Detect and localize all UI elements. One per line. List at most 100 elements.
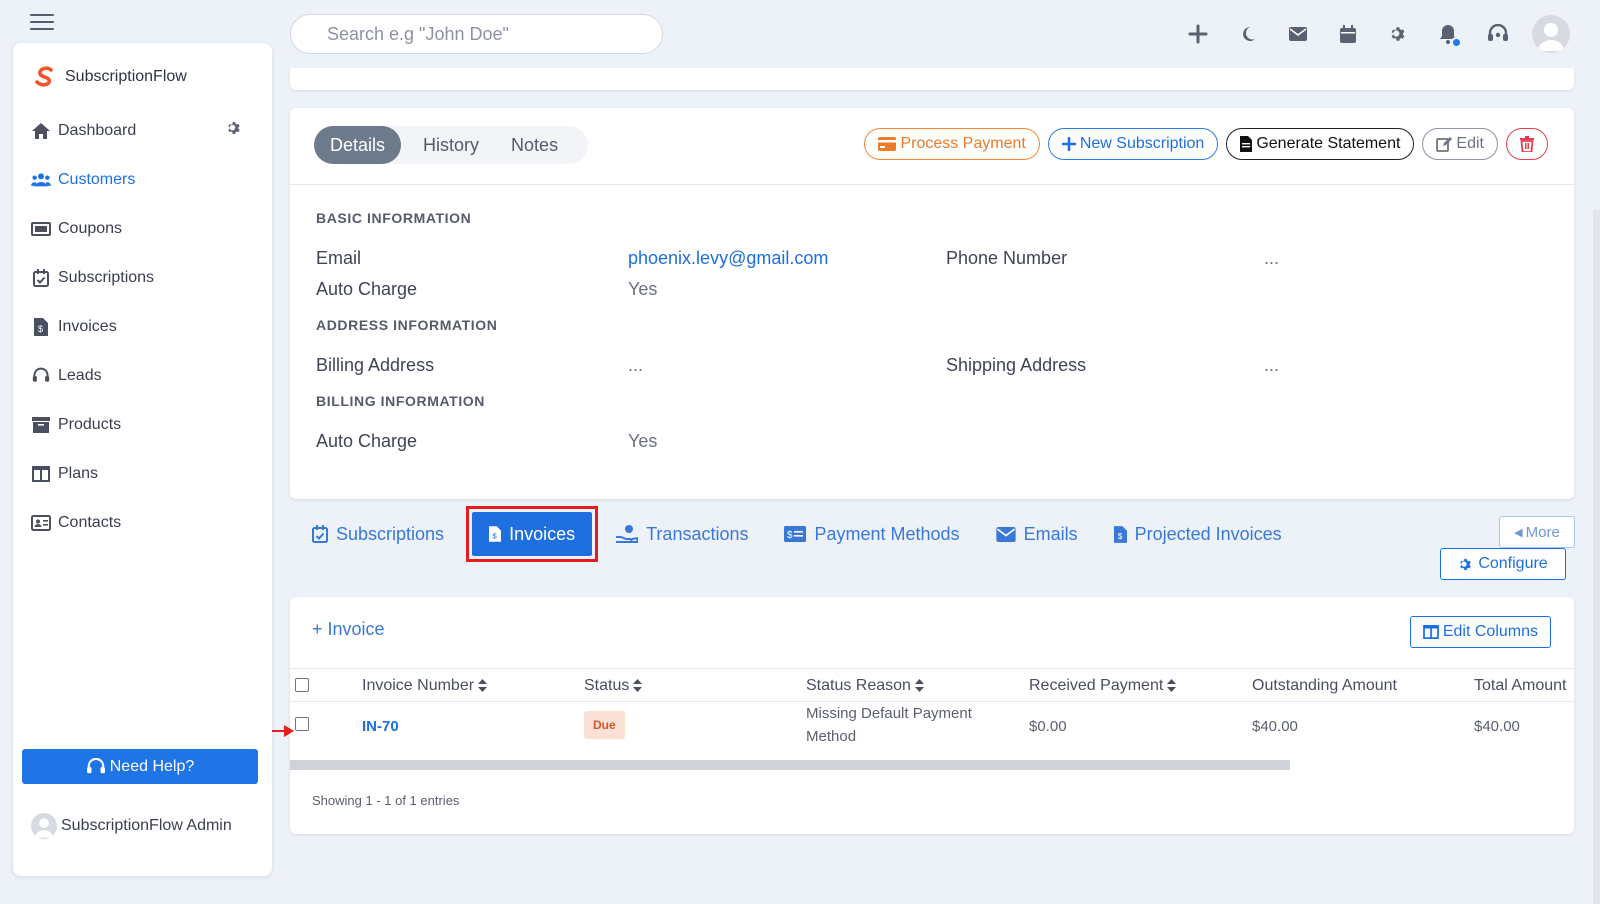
sort-icon [1167,679,1177,693]
shipping-address-value: ... [1264,355,1280,375]
column-label: Status Reason [806,677,911,694]
sidebar-item-label: Plans [58,464,99,482]
chevron-left-icon: ◀ [1514,526,1523,539]
trash-icon [1520,136,1534,152]
gear-icon [1458,557,1473,572]
brand[interactable]: SubscriptionFlow [33,65,187,89]
moon-icon[interactable] [1236,22,1260,46]
tab-invoices[interactable]: $ Invoices [466,506,599,562]
tab-label: Payment Methods [814,523,960,544]
invoice-number-link[interactable]: IN-70 [362,718,399,735]
invoices-card: + Invoice Edit Columns Invoice Number St… [290,597,1574,834]
column-label: Received Payment [1029,677,1164,694]
column-header-status-reason[interactable]: Status Reason [806,669,924,703]
id-card-icon [31,513,51,533]
headset-icon[interactable] [1486,22,1510,46]
avatar [31,813,57,839]
configure-label: Configure [1478,555,1548,572]
tab-emails[interactable]: Emails [980,511,1094,557]
sidebar-item-customers[interactable]: Customers [13,155,272,204]
basic-information-heading: BASIC INFORMATION [316,210,472,226]
email-value[interactable]: phoenix.levy@gmail.com [628,248,828,269]
bell-icon[interactable] [1436,22,1462,48]
sidebar-item-subscriptions[interactable]: Subscriptions [13,253,272,302]
row-checkbox[interactable] [295,717,309,731]
sidebar-item-label: Contacts [58,513,122,531]
svg-text:$: $ [1117,531,1122,541]
sidebar-item-plans[interactable]: Plans [13,449,272,498]
sidebar-item-dashboard[interactable]: Dashboard [13,106,272,155]
tab-notes[interactable]: Notes [495,126,574,164]
generate-statement-label: Generate Statement [1256,135,1401,152]
gear-icon[interactable] [226,120,242,136]
generate-statement-button[interactable]: Generate Statement [1226,128,1415,160]
column-label: Invoice Number [362,677,475,694]
brand-name: SubscriptionFlow [65,68,187,85]
configure-button[interactable]: Configure [1440,548,1566,580]
add-invoice-link[interactable]: + Invoice [312,619,385,640]
tab-subscriptions[interactable]: Subscriptions [296,511,460,557]
sort-icon [914,679,924,693]
sort-icon [633,679,643,693]
tab-label: Projected Invoices [1134,523,1282,544]
tab-payment-methods[interactable]: $ Payment Methods [768,511,975,557]
admin-profile[interactable]: SubscriptionFlow Admin [31,813,232,839]
column-header-status[interactable]: Status [584,669,643,703]
mail-icon[interactable] [1286,22,1310,46]
tab-projected-invoices[interactable]: $ Projected Invoices [1098,511,1298,557]
process-payment-label: Process Payment [900,135,1026,152]
more-tabs-button[interactable]: ◀ More [1499,516,1575,548]
gear-icon[interactable] [1386,22,1410,46]
sidebar-item-label: Coupons [58,219,123,237]
edit-columns-button[interactable]: Edit Columns [1409,616,1551,648]
avatar[interactable] [1532,15,1570,53]
plus-icon[interactable] [1186,22,1210,46]
sidebar-item-leads[interactable]: Leads [13,351,272,400]
status-reason-line-1: Missing Default Payment [806,705,972,722]
new-subscription-label: New Subscription [1079,135,1205,152]
outstanding-amount-value: $40.00 [1252,718,1298,735]
tab-history[interactable]: History [407,126,495,164]
sort-icon [478,679,488,693]
column-header-received-payment[interactable]: Received Payment [1029,669,1177,703]
hand-coin-icon [616,524,639,544]
page-scrollbar[interactable] [1593,210,1600,904]
new-subscription-button[interactable]: New Subscription [1047,128,1219,160]
divider [290,184,1574,185]
related-tabs: Subscriptions $ Invoices Transactions $ … [296,506,1302,562]
calendar-icon[interactable] [1336,22,1360,46]
sidebar-item-coupons[interactable]: Coupons [13,204,272,253]
edit-button[interactable]: Edit [1422,128,1498,160]
search-input[interactable] [290,14,663,54]
process-payment-button[interactable]: Process Payment [864,128,1040,160]
total-amount-value: $40.00 [1474,718,1520,735]
customer-details-card: Details History Notes Process Payment Ne… [290,108,1574,499]
tab-transactions[interactable]: Transactions [600,511,764,557]
file-icon [1240,136,1253,152]
sidebar-item-products[interactable]: Products [13,400,272,449]
column-header-outstanding-amount[interactable]: Outstanding Amount [1252,669,1397,703]
tab-label: Emails [1023,523,1078,544]
sidebar-item-invoices[interactable]: $ Invoices [13,302,272,351]
select-all-checkbox[interactable] [295,678,309,692]
sidebar-item-label: Products [58,415,122,433]
archive-icon [31,415,51,435]
menu-toggle-icon[interactable] [30,14,54,32]
sidebar-item-contacts[interactable]: Contacts [13,498,272,547]
column-header-invoice-number[interactable]: Invoice Number [362,669,488,703]
tab-label: Transactions [646,523,749,544]
shipping-address-label: Shipping Address [946,355,1087,375]
edit-label: Edit [1456,135,1484,152]
mail-icon [995,526,1016,542]
tab-label: Subscriptions [336,523,445,544]
action-buttons: Process Payment New Subscription Generat… [856,128,1548,160]
column-header-total-amount[interactable]: Total Amount [1474,669,1567,703]
svg-text:$: $ [492,531,497,540]
horizontal-scrollbar[interactable] [290,760,1290,770]
edit-icon [1436,136,1453,152]
delete-button[interactable] [1506,128,1548,160]
need-help-button[interactable]: Need Help? [22,749,258,784]
email-label: Email [316,248,362,268]
tab-details[interactable]: Details [314,126,402,164]
need-help-label: Need Help? [109,757,195,775]
